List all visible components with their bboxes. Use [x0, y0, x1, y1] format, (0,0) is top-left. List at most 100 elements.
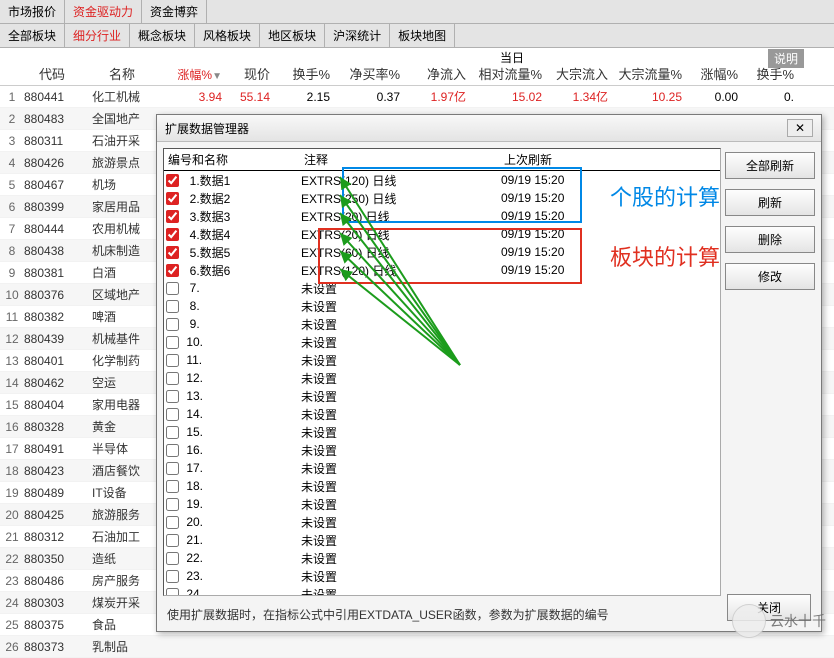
cell-name: 酒店餐饮 — [92, 462, 164, 479]
cell-rel: 15.02 — [472, 90, 542, 104]
list-item[interactable]: 7.未设置 — [164, 279, 720, 297]
edit-button[interactable]: 修改 — [725, 263, 815, 290]
row-checkbox[interactable] — [166, 372, 179, 385]
table-row[interactable]: 26880373乳制品 — [0, 636, 834, 658]
row-checkbox[interactable] — [166, 390, 179, 403]
row-checkbox[interactable] — [166, 426, 179, 439]
row-checkbox[interactable] — [166, 318, 179, 331]
cell-name: 房产服务 — [92, 572, 164, 589]
cell-time: 09/19 15:20 — [501, 227, 621, 241]
list-item[interactable]: 19.未设置 — [164, 495, 720, 513]
col-tov[interactable]: 换手% — [744, 64, 794, 83]
row-checkbox[interactable] — [166, 588, 179, 597]
list-item[interactable]: 24.未设置 — [164, 585, 720, 596]
row-checkbox[interactable] — [166, 264, 179, 277]
list-item[interactable]: 20.未设置 — [164, 513, 720, 531]
row-checkbox[interactable] — [166, 498, 179, 511]
table-row[interactable]: 1880441化工机械3.9455.142.150.371.97亿15.021.… — [0, 86, 834, 108]
row-checkbox[interactable] — [166, 444, 179, 457]
cell-code: 880375 — [24, 618, 80, 632]
cell-name: 旅游服务 — [92, 506, 164, 523]
ext-data-dialog: 扩展数据管理器 ✕ 编号和名称 注释 上次刷新 1.数据1EXTRS(120) … — [156, 114, 822, 632]
row-checkbox[interactable] — [166, 570, 179, 583]
row-checkbox[interactable] — [166, 354, 179, 367]
cell-in: 1.97亿 — [410, 88, 466, 105]
tab-细分行业[interactable]: 细分行业 — [65, 24, 130, 47]
tab-风格板块[interactable]: 风格板块 — [195, 24, 260, 47]
row-checkbox[interactable] — [166, 228, 179, 241]
row-checkbox[interactable] — [166, 336, 179, 349]
list-item[interactable]: 3.数据3EXTRS(20) 日线09/19 15:20 — [164, 207, 720, 225]
list-item[interactable]: 16.未设置 — [164, 441, 720, 459]
list-item[interactable]: 18.未设置 — [164, 477, 720, 495]
tab-沪深统计[interactable]: 沪深统计 — [325, 24, 390, 47]
list-item[interactable]: 11.未设置 — [164, 351, 720, 369]
tab-全部板块[interactable]: 全部板块 — [0, 24, 65, 47]
list-item[interactable]: 14.未设置 — [164, 405, 720, 423]
col-in[interactable]: 净流入 — [410, 64, 466, 83]
cell-name: 黄金 — [92, 418, 164, 435]
cell-note: 未设置 — [301, 424, 501, 441]
tab-概念板块[interactable]: 概念板块 — [130, 24, 195, 47]
list-item[interactable]: 1.数据1EXTRS(120) 日线09/19 15:20 — [164, 171, 720, 189]
cell-code: 880312 — [24, 530, 80, 544]
cell-name: 21. — [183, 533, 301, 547]
col-blkflow[interactable]: 大宗流量% — [614, 64, 682, 83]
list-item[interactable]: 10.未设置 — [164, 333, 720, 351]
row-checkbox[interactable] — [166, 246, 179, 259]
col-rel[interactable]: 相对流量% — [472, 64, 542, 83]
col-name[interactable]: 名称 — [92, 64, 152, 83]
list-item[interactable]: 15.未设置 — [164, 423, 720, 441]
col-blkin[interactable]: 大宗流入 — [548, 64, 608, 83]
tab-板块地图[interactable]: 板块地图 — [390, 24, 455, 47]
cell-note: 未设置 — [301, 406, 501, 423]
delete-button[interactable]: 删除 — [725, 226, 815, 253]
list-item[interactable]: 5.数据5EXTRS(60) 日线09/19 15:20 — [164, 243, 720, 261]
row-checkbox[interactable] — [166, 480, 179, 493]
col-pct[interactable]: 涨幅%▼ — [162, 66, 222, 83]
col-code[interactable]: 代码 — [24, 64, 80, 83]
list-item[interactable]: 22.未设置 — [164, 549, 720, 567]
refresh-all-button[interactable]: 全部刷新 — [725, 152, 815, 179]
row-checkbox[interactable] — [166, 300, 179, 313]
list-item[interactable]: 8.未设置 — [164, 297, 720, 315]
cell-note: EXTRS(120) 日线 — [301, 172, 501, 189]
tab-资金博弈[interactable]: 资金博弈 — [142, 0, 207, 23]
cell-name: 18. — [183, 479, 301, 493]
list-item[interactable]: 12.未设置 — [164, 369, 720, 387]
list-item[interactable]: 4.数据4EXTRS(20) 日线09/19 15:20 — [164, 225, 720, 243]
list-item[interactable]: 21.未设置 — [164, 531, 720, 549]
list-item[interactable]: 17.未设置 — [164, 459, 720, 477]
row-checkbox[interactable] — [166, 534, 179, 547]
row-checkbox[interactable] — [166, 210, 179, 223]
list-item[interactable]: 13.未设置 — [164, 387, 720, 405]
col-price[interactable]: 现价 — [226, 64, 270, 83]
row-checkbox[interactable] — [166, 552, 179, 565]
cell-name: 13. — [183, 389, 301, 403]
col-turn[interactable]: 换手% — [276, 64, 330, 83]
list-item[interactable]: 2.数据2EXTRS(250) 日线09/19 15:20 — [164, 189, 720, 207]
row-checkbox[interactable] — [166, 516, 179, 529]
row-checkbox[interactable] — [166, 462, 179, 475]
cell-code: 880382 — [24, 310, 80, 324]
row-checkbox[interactable] — [166, 282, 179, 295]
col-chg[interactable]: 涨幅% — [688, 64, 738, 83]
list-item[interactable]: 6.数据6EXTRS(120) 日线09/19 15:20 — [164, 261, 720, 279]
data-list[interactable]: 编号和名称 注释 上次刷新 1.数据1EXTRS(120) 日线09/19 15… — [163, 148, 721, 596]
col-net[interactable]: 净买率% — [336, 64, 400, 83]
watermark-icon — [732, 604, 766, 638]
list-item[interactable]: 9.未设置 — [164, 315, 720, 333]
tab-资金驱动力[interactable]: 资金驱动力 — [65, 0, 142, 23]
cell-i: 4 — [4, 156, 20, 170]
cell-i: 13 — [4, 354, 20, 368]
tab-地区板块[interactable]: 地区板块 — [260, 24, 325, 47]
cell-name: 17. — [183, 461, 301, 475]
refresh-button[interactable]: 刷新 — [725, 189, 815, 216]
cell-name: 乳制品 — [92, 638, 164, 655]
tab-市场报价[interactable]: 市场报价 — [0, 0, 65, 23]
row-checkbox[interactable] — [166, 408, 179, 421]
list-item[interactable]: 23.未设置 — [164, 567, 720, 585]
close-icon[interactable]: ✕ — [787, 119, 813, 137]
row-checkbox[interactable] — [166, 192, 179, 205]
row-checkbox[interactable] — [166, 174, 179, 187]
